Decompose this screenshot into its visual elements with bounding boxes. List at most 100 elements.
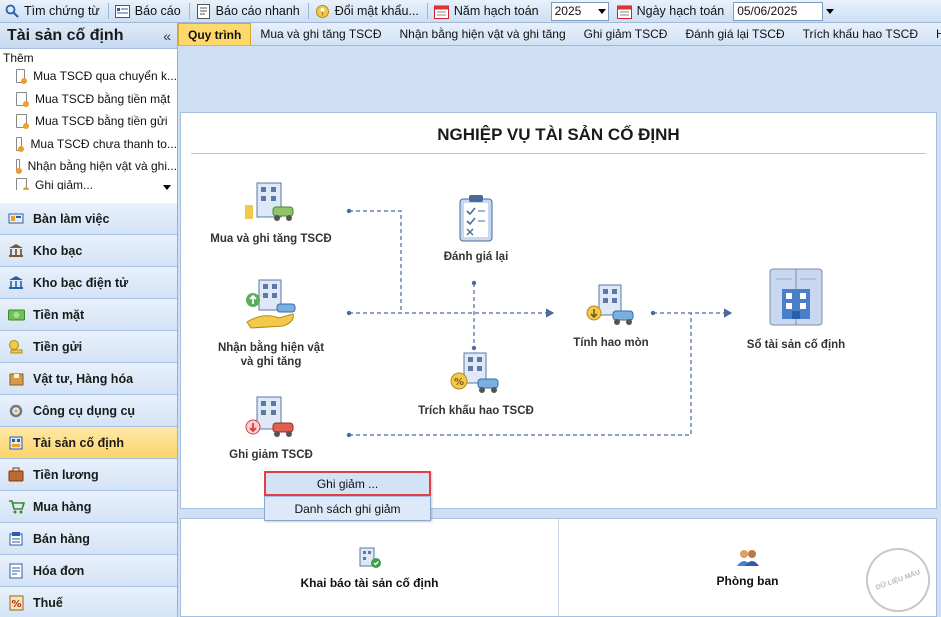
flow-node-so-tai-san[interactable]: Sổ tài sản cố định (721, 265, 871, 352)
change-password-label: Đổi mật khẩu... (334, 4, 419, 18)
asset-book-icon (721, 265, 871, 334)
collapse-sidebar-button[interactable]: « (163, 28, 171, 44)
flow-node-label: Sổ tài sản cố định (746, 339, 846, 351)
nav-item-label: Bán hàng (33, 531, 90, 546)
nav-item-label: Tài sản cố định (33, 435, 124, 450)
find-voucher-button[interactable]: Tìm chứng từ (0, 0, 106, 22)
fixed-asset-icon (7, 434, 25, 452)
svg-text:%: % (454, 377, 464, 388)
toolbar-overflow-button[interactable] (825, 2, 835, 21)
quick-item-ghi-giam[interactable]: Ghi giảm... (0, 177, 177, 190)
nav-item-kho-bac[interactable]: Kho bạc (0, 235, 177, 267)
quick-item-mua-tien-gui[interactable]: Mua TSCĐ bằng tiền gửi (0, 110, 177, 133)
report-icon (115, 3, 131, 19)
chevron-down-icon (597, 8, 606, 14)
flow-node-label: Đánh giá lại (443, 251, 509, 263)
flow-node-nhan-hien-vat[interactable]: Nhận bằng hiện vật và ghi tăng (201, 278, 341, 369)
module-tabs: Quy trình Mua và ghi tăng TSCĐ Nhận bằng… (178, 23, 941, 46)
chevron-down-icon (826, 8, 835, 14)
flow-node-label: Mua và ghi tăng TSCĐ (210, 233, 332, 245)
nav-item-label: Kho bạc điện tử (33, 275, 129, 290)
change-password-button[interactable]: Đổi mật khẩu... (311, 0, 425, 22)
process-flow-panel: NGHIỆP VỤ TÀI SẢN CỐ ĐỊNH Mua và ghi tăn… (180, 112, 937, 509)
nav-item-label: Tiền lương (33, 467, 99, 482)
module-nav: Bàn làm việc Kho bạc Kho bạc điện tử Tiề… (0, 203, 177, 617)
flow-node-label: Nhận bằng hiện vật và ghi tăng (201, 341, 341, 369)
shortcut-label: Khai báo tài sản cố định (300, 575, 439, 590)
quick-item-mua-chuyen-khoan[interactable]: Mua TSCĐ qua chuyển k... (0, 65, 177, 88)
flow-node-ghi-giam[interactable]: Ghi giảm TSCĐ (201, 395, 341, 462)
nav-item-label: Hóa đơn (33, 563, 85, 578)
flow-node-tinh-hao-mon[interactable]: Tính hao mòn (551, 283, 671, 350)
shortcut-khai-bao-tscd[interactable]: Khai báo tài sản cố định (181, 519, 558, 616)
nav-item-hoa-don[interactable]: Hóa đơn (0, 555, 177, 587)
sales-icon (7, 530, 25, 548)
nav-item-cong-cu-dung-cu[interactable]: Công cụ dụng cụ (0, 395, 177, 427)
hand-building-icon (201, 278, 341, 337)
accounting-year-label: Năm hạch toán (430, 0, 545, 22)
e-treasury-icon (7, 274, 25, 292)
tab-mua-ghi-tang[interactable]: Mua và ghi tăng TSCĐ (251, 23, 390, 45)
nav-item-ban-hang[interactable]: Bán hàng (0, 523, 177, 555)
toolbar-separator (307, 3, 309, 19)
flow-node-trich-khau-hao[interactable]: % Trích khấu hao TSCĐ (396, 351, 556, 418)
flow-node-label: Ghi giảm TSCĐ (229, 449, 313, 461)
building-decrease-icon (201, 395, 341, 444)
flow-node-danh-gia-lai[interactable]: Đánh giá lại (406, 193, 546, 264)
building-car-icon (201, 181, 341, 228)
tab-nhan-hien-vat[interactable]: Nhận bằng hiện vật và ghi tăng (391, 23, 575, 45)
menu-item-ghi-giam[interactable]: Ghi giảm ... (264, 471, 431, 496)
tab-danh-gia-lai[interactable]: Đánh giá lại TSCĐ (676, 23, 793, 45)
salary-icon (7, 466, 25, 484)
tools-icon (7, 402, 25, 420)
quick-item-nhan-hien-vat[interactable]: Nhận bằng hiện vật và ghi... (0, 155, 177, 178)
quick-item-mua-tien-mat[interactable]: Mua TSCĐ bằng tiền mặt (0, 88, 177, 111)
flow-node-label: Tính hao mòn (573, 337, 649, 349)
nav-item-kho-bac-dien-tu[interactable]: Kho bạc điện tử (0, 267, 177, 299)
toolbar-separator (107, 3, 109, 19)
flow-node-label: Trích khấu hao TSCĐ (418, 405, 534, 417)
tab-ghi-giam[interactable]: Ghi giảm TSCĐ (575, 23, 677, 45)
nav-item-tien-mat[interactable]: Tiền mặt (0, 299, 177, 331)
menu-item-danh-sach-ghi-giam[interactable]: Danh sách ghi giảm (265, 497, 430, 520)
year-select[interactable]: 2025 (550, 1, 609, 21)
top-toolbar: Tìm chứng từ Báo cáo Báo cáo nhanh Đổi m… (0, 0, 941, 23)
cash-icon (7, 306, 25, 324)
ghi-giam-context-menu: Ghi giảm ... Danh sách ghi giảm (264, 471, 431, 521)
clipboard-check-icon (406, 193, 546, 246)
nav-item-thue[interactable]: % Thuế (0, 587, 177, 617)
goods-icon (7, 370, 25, 388)
nav-item-tien-luong[interactable]: Tiền lương (0, 459, 177, 491)
nav-item-mua-hang[interactable]: Mua hàng (0, 491, 177, 523)
quick-item-label: Ghi giảm... (35, 177, 94, 190)
search-icon (4, 3, 20, 19)
date-picker[interactable]: 05/06/2025 (733, 1, 824, 21)
document-icon (15, 159, 21, 175)
flow-node-label-line1: Nhận bằng hiện vật (217, 342, 325, 354)
key-icon (315, 3, 331, 19)
desk-icon (7, 210, 25, 228)
report-button[interactable]: Báo cáo (111, 0, 187, 22)
flow-node-mua-ghi-tang[interactable]: Mua và ghi tăng TSCĐ (201, 181, 341, 246)
tab-quy-trinh[interactable]: Quy trình (178, 23, 252, 45)
calendar-icon (617, 3, 633, 19)
tab-trich-khau-hao[interactable]: Trích khấu hao TSCĐ (794, 23, 927, 45)
nav-item-tai-san-co-dinh[interactable]: Tài sản cố định (0, 427, 177, 459)
nav-item-vat-tu-hang-hoa[interactable]: Vật tư, Hàng hóa (0, 363, 177, 395)
nav-item-label: Tiền gửi (33, 339, 83, 354)
tab-hao-mon[interactable]: Hao mòn T... (927, 23, 941, 45)
scroll-down-icon[interactable] (163, 185, 171, 190)
document-icon (16, 69, 28, 85)
calendar-icon (434, 3, 450, 19)
toolbar-separator (188, 3, 190, 19)
quick-report-label: Báo cáo nhanh (215, 4, 300, 18)
shortcut-label: Phòng ban (716, 573, 779, 588)
report-label: Báo cáo (134, 4, 181, 18)
department-icon (736, 549, 759, 566)
quick-item-mua-chua-thanh-toan[interactable]: Mua TSCĐ chưa thanh to... (0, 133, 177, 156)
depreciation-icon: % (396, 351, 556, 400)
nav-item-tien-gui[interactable]: Tiền gửi (0, 331, 177, 363)
document-icon (16, 114, 29, 130)
quick-report-button[interactable]: Báo cáo nhanh (192, 0, 306, 22)
nav-item-ban-lam-viec[interactable]: Bàn làm việc (0, 203, 177, 235)
